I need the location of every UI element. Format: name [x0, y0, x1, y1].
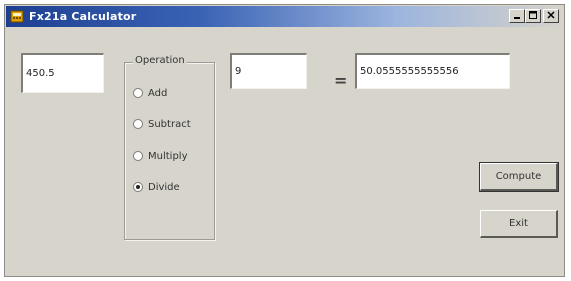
equals-sign: = [334, 71, 348, 90]
app-icon [10, 10, 24, 23]
window-title: Fx21a Calculator [29, 10, 137, 23]
radio-subtract-button[interactable] [133, 119, 143, 129]
operand1-input[interactable] [21, 53, 104, 93]
radio-divide[interactable]: Divide [133, 179, 180, 195]
close-icon [547, 11, 555, 19]
radio-add-button[interactable] [133, 88, 143, 98]
radio-add-label: Add [148, 87, 168, 99]
operation-group: Operation Add Subtract Multiply Divide [124, 55, 215, 240]
radio-add[interactable]: Add [133, 85, 167, 101]
result-output[interactable] [355, 53, 510, 89]
minimize-button[interactable] [509, 9, 525, 23]
radio-multiply-label: Multiply [148, 150, 188, 162]
maximize-icon [529, 11, 537, 19]
operation-group-label: Operation [133, 55, 187, 66]
operand2-input[interactable] [230, 53, 307, 89]
calculator-window: Fx21a Calculator Operation Add Subtract … [4, 4, 565, 277]
maximize-button[interactable] [525, 9, 541, 23]
title-bar[interactable]: Fx21a Calculator [6, 6, 563, 27]
radio-divide-label: Divide [148, 181, 180, 193]
close-button[interactable] [543, 9, 559, 23]
radio-multiply[interactable]: Multiply [133, 148, 188, 164]
minimize-icon [514, 17, 520, 19]
radio-subtract-label: Subtract [148, 118, 191, 130]
radio-subtract[interactable]: Subtract [133, 116, 191, 132]
radio-divide-button[interactable] [133, 182, 143, 192]
compute-button[interactable]: Compute [479, 162, 559, 192]
radio-multiply-button[interactable] [133, 151, 143, 161]
exit-button[interactable]: Exit [480, 210, 558, 238]
